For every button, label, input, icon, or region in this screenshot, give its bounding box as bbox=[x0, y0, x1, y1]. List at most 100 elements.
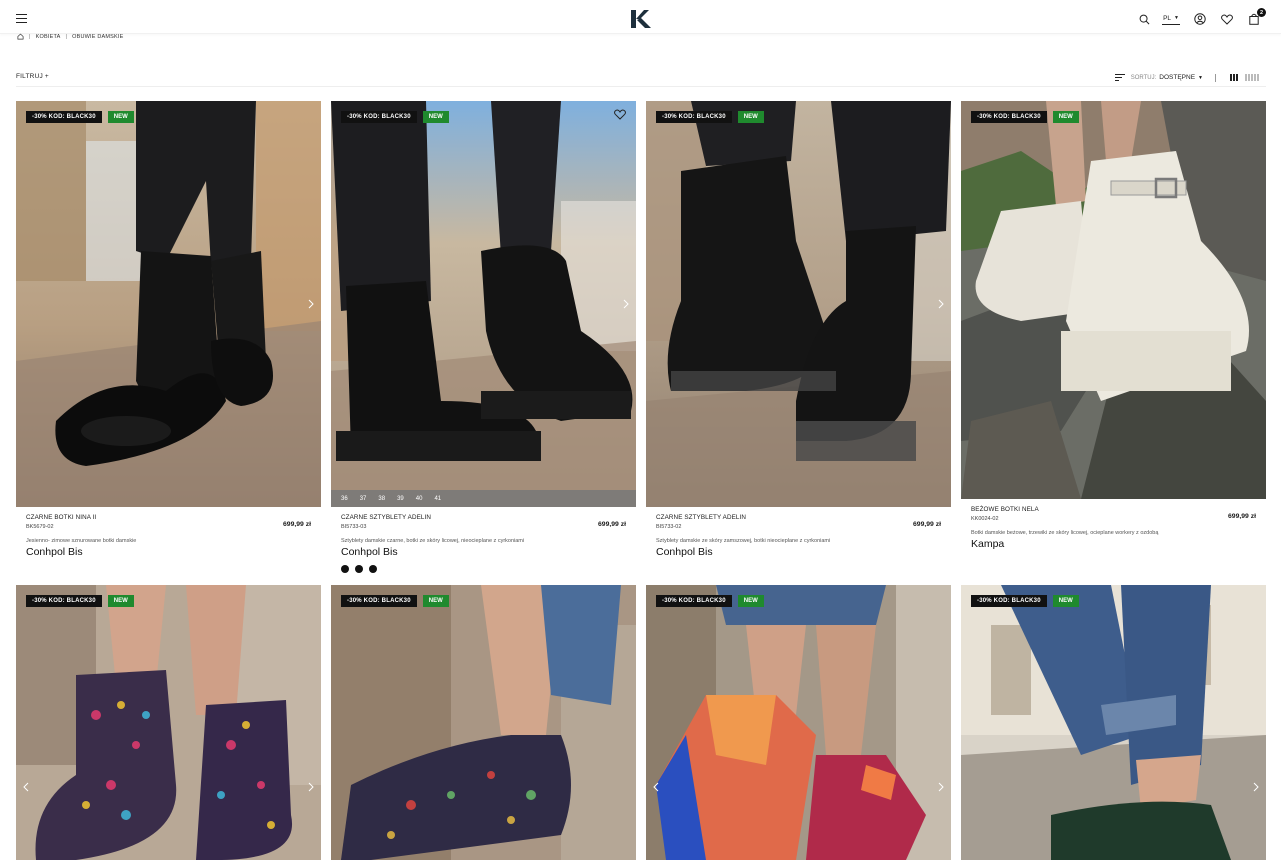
wishlist-icon[interactable] bbox=[1220, 12, 1234, 26]
product-badges: -30% KOD: BLACK30 NEW bbox=[26, 111, 134, 123]
listing-toolbar: FILTRUJ + SORTUJ: DOSTĘPNE ▼ bbox=[16, 71, 1266, 87]
product-image[interactable]: -30% KOD: BLACK30 NEW bbox=[961, 585, 1266, 860]
size-option[interactable]: 37 bbox=[360, 496, 367, 502]
product-description: Sztyblety damskie ze skóry zamszowej, bo… bbox=[656, 538, 831, 544]
breadcrumb-separator: | bbox=[29, 33, 31, 40]
product-name[interactable]: BEŻOWE BOTKI NELA bbox=[971, 506, 1256, 513]
product-card[interactable]: -30% KOD: BLACK30 NEW CZARNE SZTYBLETY A… bbox=[646, 101, 951, 558]
promo-badge: -30% KOD: BLACK30 bbox=[656, 111, 732, 123]
product-description: Botki damskie beżowe, trzewiki ze skóry … bbox=[971, 530, 1159, 536]
product-sku: BK5679-02 bbox=[26, 524, 54, 530]
product-image[interactable]: -30% KOD: BLACK30 NEW bbox=[16, 585, 321, 860]
promo-badge: -30% KOD: BLACK30 bbox=[341, 111, 417, 123]
color-swatch[interactable] bbox=[341, 565, 349, 573]
product-badges: -30% KOD: BLACK30 NEW bbox=[341, 111, 449, 123]
chevron-right-icon[interactable] bbox=[1250, 779, 1262, 795]
product-image[interactable]: -30% KOD: BLACK30 NEW bbox=[16, 101, 321, 507]
size-option[interactable]: 39 bbox=[397, 496, 404, 502]
product-card[interactable]: -30% KOD: BLACK30 NEW 36 37 38 39 40 41 … bbox=[331, 101, 636, 573]
new-badge: NEW bbox=[1052, 595, 1079, 607]
chevron-right-icon[interactable] bbox=[935, 296, 947, 312]
product-brand[interactable]: Conhpol Bis bbox=[341, 546, 626, 558]
sort-icon[interactable] bbox=[1114, 73, 1125, 82]
header-actions: PL ▼ 2 bbox=[1124, 8, 1266, 27]
chevron-left-icon[interactable] bbox=[20, 779, 32, 795]
grid-4-columns-icon[interactable] bbox=[1245, 74, 1259, 81]
language-select[interactable]: PL ▼ bbox=[1162, 13, 1180, 25]
product-image[interactable]: -30% KOD: BLACK30 NEW bbox=[961, 101, 1266, 499]
chevron-right-icon[interactable] bbox=[620, 296, 632, 312]
chevron-right-icon[interactable] bbox=[305, 779, 317, 795]
size-option[interactable]: 41 bbox=[434, 496, 441, 502]
size-option[interactable]: 40 bbox=[416, 496, 423, 502]
product-card[interactable]: -30% KOD: BLACK30 NEW CZARNE BOTKI NINA … bbox=[16, 101, 321, 558]
color-swatches bbox=[341, 565, 626, 573]
new-badge: NEW bbox=[422, 595, 449, 607]
breadcrumb-current[interactable]: OBUWIE DAMSKIE bbox=[72, 34, 123, 40]
chevron-left-icon[interactable] bbox=[650, 779, 662, 795]
sort-controls: SORTUJ: DOSTĘPNE ▼ bbox=[1114, 71, 1266, 84]
language-label: PL bbox=[1163, 14, 1172, 22]
product-sku: KK0024-02 bbox=[971, 516, 999, 522]
product-price: 699,99 zł bbox=[913, 521, 941, 528]
product-price: 699,99 zł bbox=[598, 521, 626, 528]
color-swatch[interactable] bbox=[369, 565, 377, 573]
heart-icon[interactable] bbox=[614, 109, 628, 123]
grid-2-columns-icon[interactable] bbox=[1230, 74, 1238, 81]
product-card[interactable]: -30% KOD: BLACK30 NEW bbox=[646, 585, 951, 860]
product-name[interactable]: CZARNE BOTKI NINA II bbox=[26, 514, 311, 521]
product-name[interactable]: CZARNE SZTYBLETY ADELIN bbox=[341, 514, 626, 521]
product-brand[interactable]: Kampa bbox=[971, 538, 1256, 550]
home-icon[interactable] bbox=[17, 33, 24, 40]
new-badge: NEW bbox=[737, 111, 764, 123]
product-brand[interactable]: Conhpol Bis bbox=[656, 546, 941, 558]
product-image[interactable]: -30% KOD: BLACK30 NEW bbox=[646, 101, 951, 507]
sort-dropdown[interactable]: DOSTĘPNE bbox=[1159, 74, 1195, 81]
product-badges: -30% KOD: BLACK30 NEW bbox=[971, 111, 1079, 123]
filter-button[interactable]: FILTRUJ + bbox=[16, 73, 49, 80]
size-option[interactable]: 36 bbox=[341, 496, 348, 502]
size-option[interactable]: 38 bbox=[378, 496, 385, 502]
product-card[interactable]: -30% KOD: BLACK30 NEW bbox=[961, 585, 1266, 860]
product-description: Sztyblety damskie czarne, botki ze skóry… bbox=[341, 538, 525, 544]
cart-count-badge: 2 bbox=[1257, 8, 1266, 17]
chevron-down-icon: ▼ bbox=[1198, 74, 1203, 81]
promo-badge: -30% KOD: BLACK30 bbox=[26, 111, 102, 123]
cart-icon[interactable]: 2 bbox=[1247, 8, 1266, 26]
product-sku: BI5733-03 bbox=[341, 524, 367, 530]
product-info: CZARNE BOTKI NINA II BK5679-02 699,99 zł… bbox=[16, 514, 321, 558]
divider bbox=[1215, 73, 1216, 82]
product-card[interactable]: -30% KOD: BLACK30 NEW BEŻOWE BOTKI NELA … bbox=[961, 101, 1266, 550]
promo-badge: -30% KOD: BLACK30 bbox=[656, 595, 732, 607]
chevron-down-icon: ▼ bbox=[1174, 15, 1179, 21]
breadcrumb: | KOBIETA | OBUWIE DAMSKIE bbox=[17, 33, 124, 40]
product-image[interactable]: -30% KOD: BLACK30 NEW 36 37 38 39 40 41 bbox=[331, 101, 636, 507]
product-image[interactable]: -30% KOD: BLACK30 NEW bbox=[331, 585, 636, 860]
chevron-right-icon[interactable] bbox=[935, 779, 947, 795]
brand-logo[interactable] bbox=[629, 9, 653, 29]
promo-badge: -30% KOD: BLACK30 bbox=[971, 595, 1047, 607]
product-badges: -30% KOD: BLACK30 NEW bbox=[341, 595, 449, 607]
search-icon[interactable] bbox=[1137, 12, 1151, 26]
new-badge: NEW bbox=[107, 595, 134, 607]
color-swatch[interactable] bbox=[355, 565, 363, 573]
account-icon[interactable] bbox=[1193, 12, 1207, 26]
new-badge: NEW bbox=[737, 595, 764, 607]
product-card[interactable]: -30% KOD: BLACK30 NEW bbox=[16, 585, 321, 860]
product-image[interactable]: -30% KOD: BLACK30 NEW bbox=[646, 585, 951, 860]
product-badges: -30% KOD: BLACK30 NEW bbox=[971, 595, 1079, 607]
new-badge: NEW bbox=[107, 111, 134, 123]
product-badges: -30% KOD: BLACK30 NEW bbox=[26, 595, 134, 607]
product-name[interactable]: CZARNE SZTYBLETY ADELIN bbox=[656, 514, 941, 521]
breadcrumb-link-kobieta[interactable]: KOBIETA bbox=[36, 34, 61, 40]
product-description: Jesienno- zimowe sznurowane botki damski… bbox=[26, 538, 137, 544]
product-badges: -30% KOD: BLACK30 NEW bbox=[656, 111, 764, 123]
product-card[interactable]: -30% KOD: BLACK30 NEW bbox=[331, 585, 636, 860]
product-info: CZARNE SZTYBLETY ADELIN BI5733-02 699,99… bbox=[646, 514, 951, 558]
chevron-right-icon[interactable] bbox=[305, 296, 317, 312]
product-price: 699,99 zł bbox=[283, 521, 311, 528]
sort-label: SORTUJ: bbox=[1130, 74, 1157, 81]
product-info: CZARNE SZTYBLETY ADELIN BI5733-03 699,99… bbox=[331, 514, 636, 573]
menu-icon[interactable] bbox=[16, 14, 27, 24]
product-brand[interactable]: Conhpol Bis bbox=[26, 546, 311, 558]
